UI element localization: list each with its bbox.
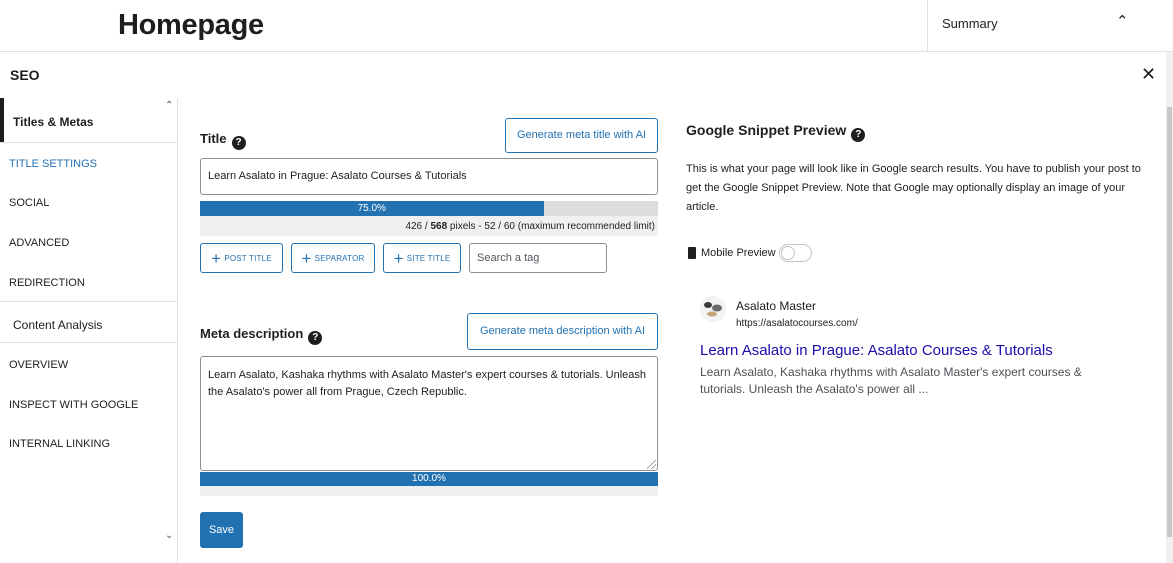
generate-meta-description-button[interactable]: Generate meta description with AI xyxy=(467,313,658,350)
snippet-preview-title: Google Snippet Preview? xyxy=(686,122,866,142)
seo-sidebar: ⌃ Titles & Metas TITLE SETTINGS SOCIAL A… xyxy=(0,98,178,563)
meta-description-textarea[interactable]: Learn Asalato, Kashaka rhythms with Asal… xyxy=(200,356,658,471)
snippet-description: This is what your page will look like in… xyxy=(686,163,1141,213)
chevron-up-icon[interactable]: ⌃ xyxy=(1116,12,1129,30)
sidebar-item-label: Titles & Metas xyxy=(13,115,94,129)
sidebar-item-label: Content Analysis xyxy=(13,318,103,332)
top-bar: Homepage Summary ⌃ xyxy=(0,0,1173,52)
meta-pixel-note-bg xyxy=(200,486,658,496)
title-pixel-count: 426 / 568 pixels - 52 / 60 (maximum reco… xyxy=(200,221,655,232)
snippet-title-text: Google Snippet Preview xyxy=(686,122,847,138)
title-progress-fill: 75.0% xyxy=(200,201,544,216)
help-icon[interactable]: ? xyxy=(231,136,246,150)
serp-site-url: https://asalatocourses.com/ xyxy=(736,318,858,329)
phone-icon xyxy=(688,247,696,259)
seo-panel-header: SEO ✕ xyxy=(0,52,1166,98)
asalato-logo-icon xyxy=(704,302,722,317)
help-icon[interactable]: ? xyxy=(851,128,866,142)
seo-panel-title: SEO xyxy=(10,67,40,83)
title-input[interactable]: Learn Asalato in Prague: Asalato Courses… xyxy=(200,158,658,195)
divider xyxy=(0,342,178,343)
summary-label: Summary xyxy=(942,16,998,31)
tag-label: POST TITLE xyxy=(224,253,272,263)
plus-icon: + xyxy=(393,248,404,268)
summary-panel[interactable]: Summary ⌃ xyxy=(927,0,1167,52)
sidebar-item-label: OVERVIEW xyxy=(9,359,69,371)
divider xyxy=(0,301,178,302)
help-icon[interactable]: ? xyxy=(308,331,323,345)
sidebar-item-label: INTERNAL LINKING xyxy=(9,438,111,450)
sidebar-section-titles-metas[interactable]: Titles & Metas xyxy=(0,98,164,142)
serp-site-name: Asalato Master xyxy=(736,299,817,313)
serp-title-link[interactable]: Learn Asalato in Prague: Asalato Courses… xyxy=(700,342,1053,359)
serp-description: Learn Asalato, Kashaka rhythms with Asal… xyxy=(700,365,1082,396)
resize-handle[interactable] xyxy=(647,460,656,469)
meta-description-text: Learn Asalato, Kashaka rhythms with Asal… xyxy=(208,369,647,398)
mobile-preview-row: Mobile Preview xyxy=(688,244,812,262)
sidebar-item-label: TITLE SETTINGS xyxy=(9,158,98,170)
tag-label: SEPARATOR xyxy=(314,253,365,263)
meta-progress-bar: 100.0% xyxy=(200,472,658,486)
title-field-label: Title? xyxy=(200,131,246,150)
pixel-max: 568 xyxy=(430,221,448,232)
mobile-preview-toggle[interactable] xyxy=(778,244,812,262)
meta-progress-fill: 100.0% xyxy=(200,472,658,486)
generate-meta-title-button[interactable]: Generate meta title with AI xyxy=(505,118,658,153)
scrollbar-thumb[interactable] xyxy=(1167,107,1172,537)
sidebar-item-label: INSPECT WITH GOOGLE xyxy=(9,399,139,411)
save-button[interactable]: Save xyxy=(200,512,243,548)
page-scrollbar[interactable] xyxy=(1166,52,1173,563)
close-icon[interactable]: ✕ xyxy=(1141,64,1156,85)
site-title-tag-button[interactable]: + SITE TITLE xyxy=(383,243,461,273)
meta-description-label: Meta description? xyxy=(200,326,323,345)
post-title-tag-button[interactable]: + POST TITLE xyxy=(200,243,283,273)
toggle-knob xyxy=(780,246,795,260)
title-label-text: Title xyxy=(200,131,227,146)
title-progress-bar: 75.0% xyxy=(200,201,658,216)
chevron-up-icon[interactable]: ⌃ xyxy=(165,100,173,111)
sidebar-item-label: SOCIAL xyxy=(9,197,50,209)
site-favicon xyxy=(700,296,726,322)
separator-tag-button[interactable]: + SEPARATOR xyxy=(291,243,375,273)
plus-icon: + xyxy=(211,248,222,268)
sidebar-item-label: REDIRECTION xyxy=(9,277,85,289)
tag-search-input[interactable]: Search a tag xyxy=(469,243,607,273)
sidebar-item-label: ADVANCED xyxy=(9,237,70,249)
plus-icon: + xyxy=(301,248,312,268)
divider xyxy=(0,142,178,143)
chevron-down-icon[interactable]: ⌄ xyxy=(165,530,173,541)
tag-label: SITE TITLE xyxy=(406,253,451,263)
meta-label-text: Meta description xyxy=(200,326,304,341)
pixel-limit-text: pixels - 52 / 60 (maximum recommended li… xyxy=(447,221,655,232)
pixel-count-text: 426 / xyxy=(405,221,431,232)
mobile-preview-label: Mobile Preview xyxy=(701,247,776,259)
page-title: Homepage xyxy=(118,9,264,41)
